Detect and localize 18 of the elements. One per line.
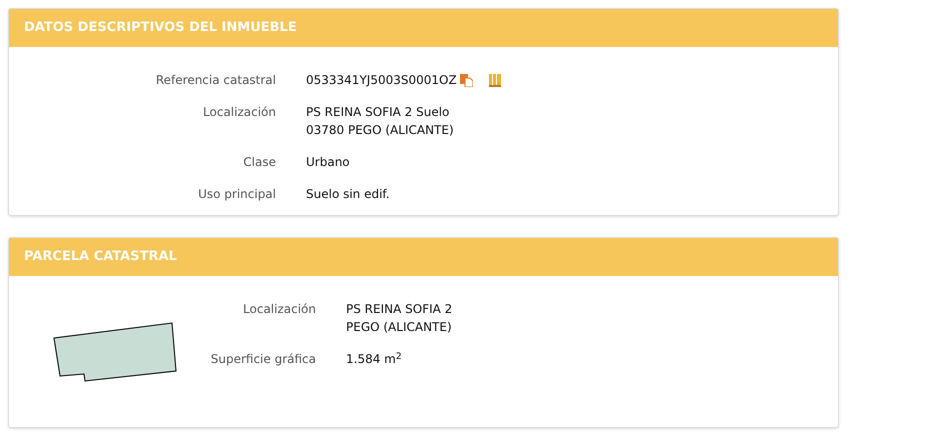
section-title: PARCELA CATASTRAL bbox=[24, 248, 177, 266]
barcode-icon[interactable] bbox=[488, 74, 501, 86]
field-value: 0533341YJ5003S0001OZ bbox=[306, 72, 457, 89]
field-label: Localización bbox=[202, 104, 276, 121]
field-value: 1.584 m$^{2}$ bbox=[346, 350, 402, 368]
field-value: Suelo sin edif. bbox=[306, 186, 390, 203]
field-label: Clase bbox=[242, 154, 276, 171]
field-label: Uso principal bbox=[197, 186, 276, 203]
field-label: Referencia catastral bbox=[154, 72, 276, 89]
field-value: PEGO (ALICANTE) bbox=[346, 319, 452, 336]
field-label: Superficie gráfica bbox=[210, 351, 316, 368]
field-value: PS REINA SOFIA 2 bbox=[346, 301, 452, 318]
copy-icon[interactable] bbox=[460, 74, 473, 86]
section-title: DATOS DESCRIPTIVOS DEL INMUEBLE bbox=[24, 19, 297, 38]
field-value: Urbano bbox=[306, 154, 350, 171]
field-value: PS REINA SOFIA 2 Suelo bbox=[306, 104, 450, 121]
field-value: 03780 PEGO (ALICANTE) bbox=[306, 122, 454, 139]
field-label: Localización bbox=[242, 301, 316, 318]
